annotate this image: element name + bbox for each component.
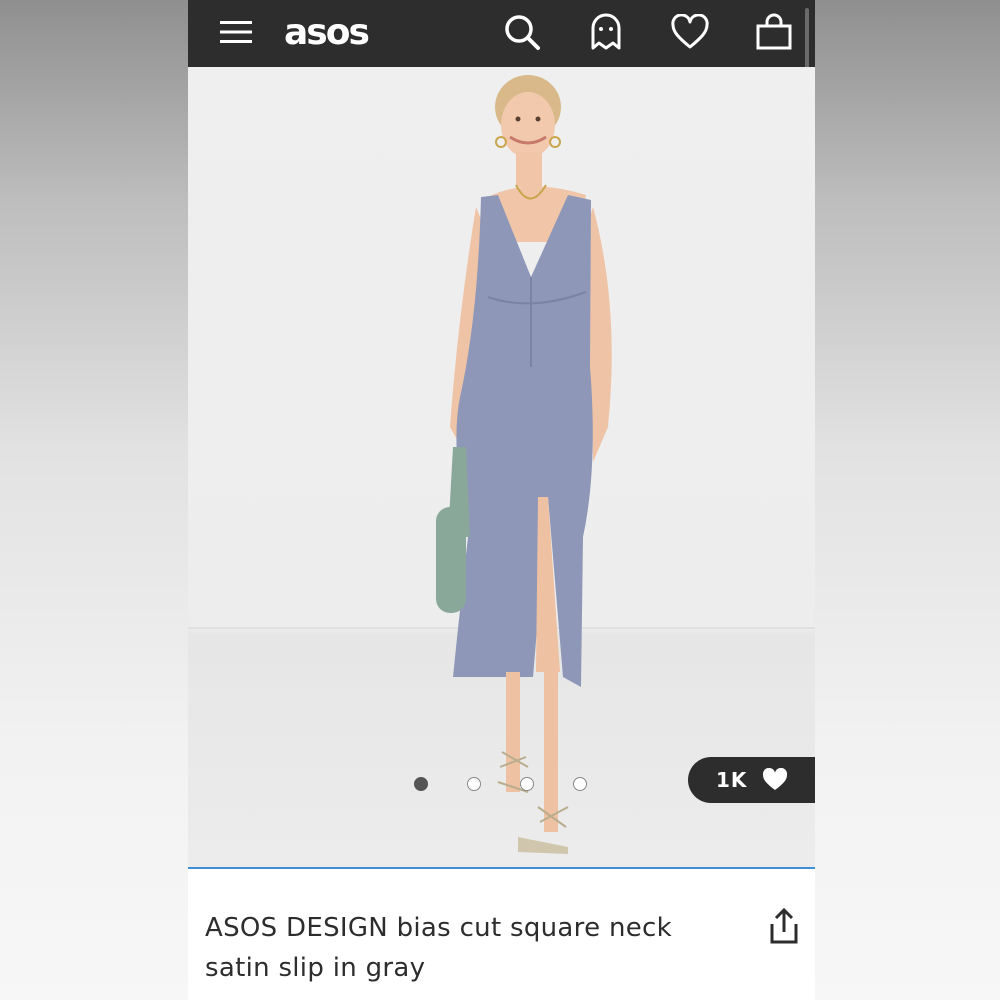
search-icon[interactable] [500, 10, 544, 54]
image-bottom-divider [188, 867, 815, 869]
menu-icon[interactable] [214, 10, 258, 54]
heart-icon [762, 767, 788, 796]
product-image-carousel[interactable] [188, 67, 815, 867]
share-icon[interactable] [764, 906, 804, 946]
bag-icon[interactable] [752, 10, 796, 54]
asos-logo[interactable]: asos [284, 4, 370, 62]
likes-badge[interactable]: 1K [688, 757, 815, 803]
wishlist-heart-icon[interactable] [668, 10, 712, 54]
carousel-dot[interactable] [467, 777, 481, 791]
carousel-dot[interactable] [573, 777, 587, 791]
phone-screen: asos 1K ASOS DESIGN bias cut square neck… [188, 0, 815, 1000]
account-icon[interactable] [584, 10, 628, 54]
likes-count: 1K [716, 768, 748, 792]
top-nav-bar: asos [188, 0, 815, 67]
carousel-dot[interactable] [520, 777, 534, 791]
product-photo [436, 75, 612, 854]
product-title: ASOS DESIGN bias cut square neck satin s… [205, 913, 672, 983]
carousel-dots [188, 777, 815, 861]
carousel-dot[interactable] [414, 777, 428, 791]
